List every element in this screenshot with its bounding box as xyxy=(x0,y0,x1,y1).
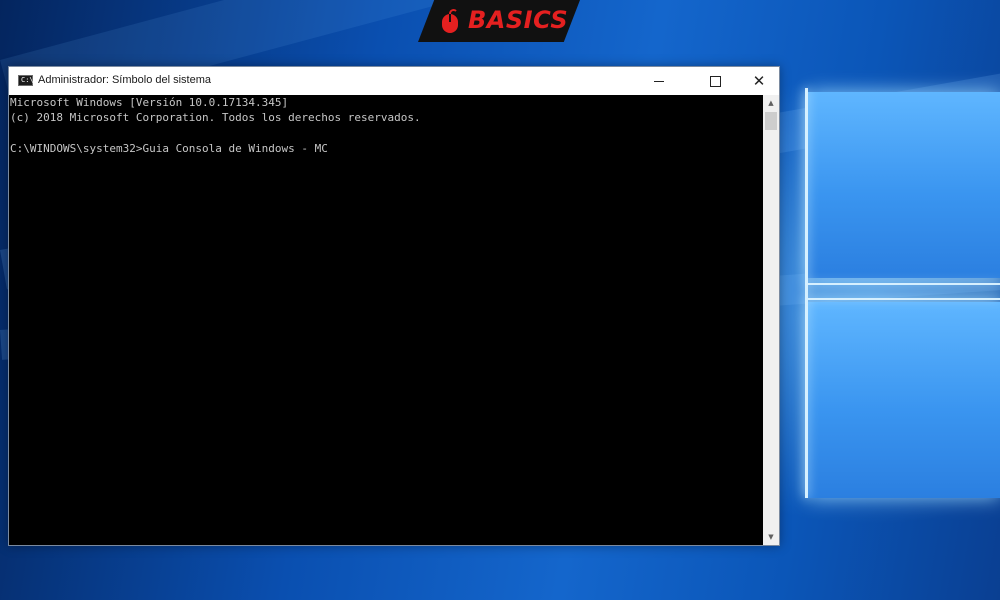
cmd-icon[interactable]: C:\ xyxy=(18,75,34,86)
command-prompt-line[interactable]: C:\WINDOWS\system32>Guia Consola de Wind… xyxy=(10,142,328,156)
vertical-scrollbar[interactable]: ▲ ▼ xyxy=(763,95,779,545)
logo-edge xyxy=(805,283,1000,285)
window-title: Administrador: Símbolo del sistema xyxy=(38,74,212,86)
brand-badge: BASICS xyxy=(418,0,580,42)
logo-edge xyxy=(805,88,808,498)
maximize-button[interactable] xyxy=(695,67,735,95)
logo-pane-top xyxy=(808,92,1000,278)
minimize-button[interactable] xyxy=(639,67,679,95)
console-output[interactable]: Microsoft Windows [Versión 10.0.17134.34… xyxy=(9,95,763,545)
logo-pane-bottom xyxy=(808,302,1000,498)
scroll-down-icon[interactable]: ▼ xyxy=(763,529,779,545)
console-line: Microsoft Windows [Versión 10.0.17134.34… xyxy=(10,96,289,109)
title-bar[interactable]: C:\ Administrador: Símbolo del sistema ✕ xyxy=(9,67,779,95)
logo-edge xyxy=(805,298,1000,300)
scroll-thumb[interactable] xyxy=(765,112,777,130)
scroll-up-icon[interactable]: ▲ xyxy=(763,95,779,111)
close-button[interactable]: ✕ xyxy=(739,67,779,95)
command-prompt-window[interactable]: C:\ Administrador: Símbolo del sistema ✕… xyxy=(8,66,780,546)
mouse-icon xyxy=(442,9,458,33)
console-line: (c) 2018 Microsoft Corporation. Todos lo… xyxy=(10,111,421,124)
close-icon: ✕ xyxy=(752,71,766,90)
maximize-icon xyxy=(709,75,721,87)
brand-text: BASICS xyxy=(468,6,569,34)
minimize-icon xyxy=(654,80,664,82)
